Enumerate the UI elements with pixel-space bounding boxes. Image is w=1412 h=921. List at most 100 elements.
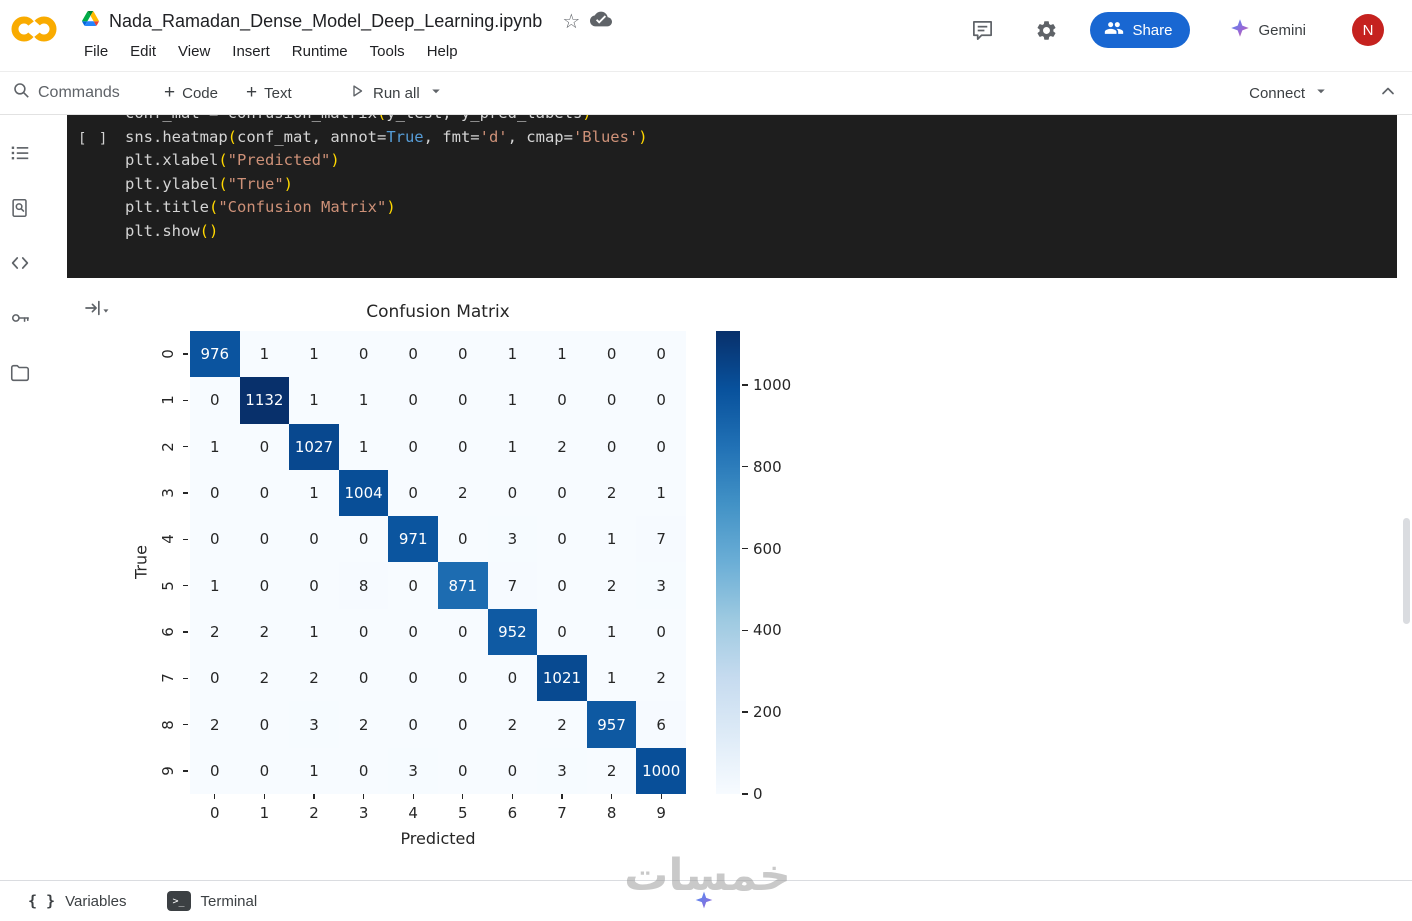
y-tick-mark [183,584,188,587]
heatmap-cell: 1 [487,377,538,424]
heatmap-cell: 0 [437,423,488,470]
heatmap-cell: 0 [537,516,587,563]
menu-file[interactable]: File [84,43,108,60]
heatmap-cell: 0 [239,562,290,609]
run-all-button[interactable]: Run all [348,72,445,114]
heatmap-cell: 1 [537,331,587,378]
heatmap-cell: 1 [289,377,339,424]
cell-run-indicator[interactable]: [ ] [78,131,109,147]
y-tick-mark [183,723,188,726]
menu-insert[interactable]: Insert [232,43,270,60]
connect-button[interactable]: Connect [1249,72,1330,114]
variables-label: Variables [65,892,127,910]
avatar[interactable]: N [1352,14,1384,46]
add-code-button[interactable]: + Code [164,72,218,114]
code-snippets-icon[interactable] [9,252,31,274]
colorbar-tick-mark [742,466,748,468]
share-button[interactable]: Share [1090,12,1191,48]
collapse-toolbar-button[interactable] [1378,72,1398,114]
colorbar-tick-mark [742,547,748,550]
plus-icon: + [246,82,258,103]
heatmap-cell: 0 [388,331,438,378]
y-tick-label: 0 [159,349,177,359]
commands-label: Commands [38,84,120,101]
heatmap-grid: 976 1 1 0 0 0 1 1 0 0 0 1132 1 1 0 0 1 0 0 0 1 0 1027 1 0 0 1 2 0 0 0 0… [190,331,686,794]
x-axis-label: Predicted [400,829,476,848]
vertical-scrollbar[interactable] [1403,518,1410,624]
x-tick-mark [263,794,266,799]
x-tick-label: 8 [606,804,617,822]
heatmap-cell: 0 [437,516,488,563]
heatmap-cell: 1027 [289,423,339,470]
heatmap-cell: 3 [487,516,538,563]
heatmap-cell: 0 [388,562,438,609]
code-cell[interactable]: [ ] conf_mat = confusion_matrix(y_test, … [67,115,1397,278]
colorbar-tick-label: 200 [753,703,782,722]
code-line: plt.show() [125,221,219,240]
heatmap-cell: 3 [388,747,438,794]
heatmap-cell: 1 [487,423,538,470]
menu-runtime[interactable]: Runtime [292,43,348,60]
heatmap-cell: 1000 [636,747,686,794]
code-line: plt.xlabel("Predicted") [125,151,340,170]
heatmap-cell: 2 [636,655,686,702]
cloud-saved-icon[interactable] [590,8,613,35]
heatmap-cell: 0 [190,655,240,702]
heatmap-cell: 1 [338,377,389,424]
y-tick-label: 4 [159,534,177,545]
code-lines[interactable]: conf_mat = confusion_matrix(y_test, y_pr… [125,115,648,244]
files-folder-icon[interactable] [9,362,31,384]
settings-gear-icon[interactable] [1028,12,1064,48]
heatmap-cell: 2 [437,469,488,517]
menu-help[interactable]: Help [427,43,458,60]
gemini-label: Gemini [1258,21,1306,39]
y-tick-label: 9 [159,766,177,776]
menu-view[interactable]: View [178,43,210,60]
heatmap-cell: 0 [338,331,389,378]
heatmap-cell: 2 [190,608,240,656]
colorbar-tick-mark [742,711,748,713]
menubar: File Edit View Insert Runtime Tools Help [84,43,458,60]
heatmap-cell: 0 [537,608,587,656]
heatmap-cell: 2 [537,701,587,748]
watermark-diamond-icon [694,890,714,915]
notebook-title[interactable]: Nada_Ramadan_Dense_Model_Deep_Learning.i… [109,11,542,32]
heatmap-cell: 0 [487,655,538,702]
table-of-contents-icon[interactable] [9,142,31,164]
menu-edit[interactable]: Edit [130,43,156,60]
x-tick-label: 6 [507,804,518,822]
heatmap-cell: 0 [239,701,290,748]
secrets-key-icon[interactable] [9,307,31,329]
y-tick-label: 1 [159,395,177,406]
y-tick-label: 5 [159,580,177,591]
y-tick-label: 7 [159,673,177,684]
colab-logo-icon[interactable] [10,14,58,49]
heatmap-cell: 0 [239,747,290,794]
add-text-button[interactable]: + Text [246,72,292,114]
drive-icon [82,11,99,31]
x-tick-mark [412,794,414,799]
y-tick-label: 2 [159,441,177,452]
terminal-button[interactable]: >_ Terminal [166,891,257,911]
heatmap-cell: 1 [289,747,339,794]
output-options-icon[interactable] [83,297,111,324]
variables-button[interactable]: { } Variables [28,892,127,910]
colorbar-tick-mark [742,384,748,386]
colorbar-tick-label: 400 [753,621,782,640]
y-tick-label: 8 [159,719,177,730]
heatmap-cell: 0 [190,516,240,563]
comments-icon[interactable] [964,12,1000,48]
y-tick-mark [183,492,188,494]
heatmap-cell: 971 [388,516,438,563]
heatmap-cell: 6 [636,701,686,748]
commands-button[interactable]: Commands [12,72,120,114]
heatmap-cell: 0 [437,608,488,656]
y-tick-mark [183,631,188,633]
gemini-button[interactable]: Gemini [1216,12,1320,48]
heatmap-cell: 0 [239,516,290,563]
find-replace-icon[interactable] [9,197,31,219]
star-icon[interactable]: ☆ [562,9,580,34]
heatmap-cell: 1 [289,331,339,378]
heatmap-cell: 0 [437,377,488,424]
menu-tools[interactable]: Tools [370,43,405,60]
